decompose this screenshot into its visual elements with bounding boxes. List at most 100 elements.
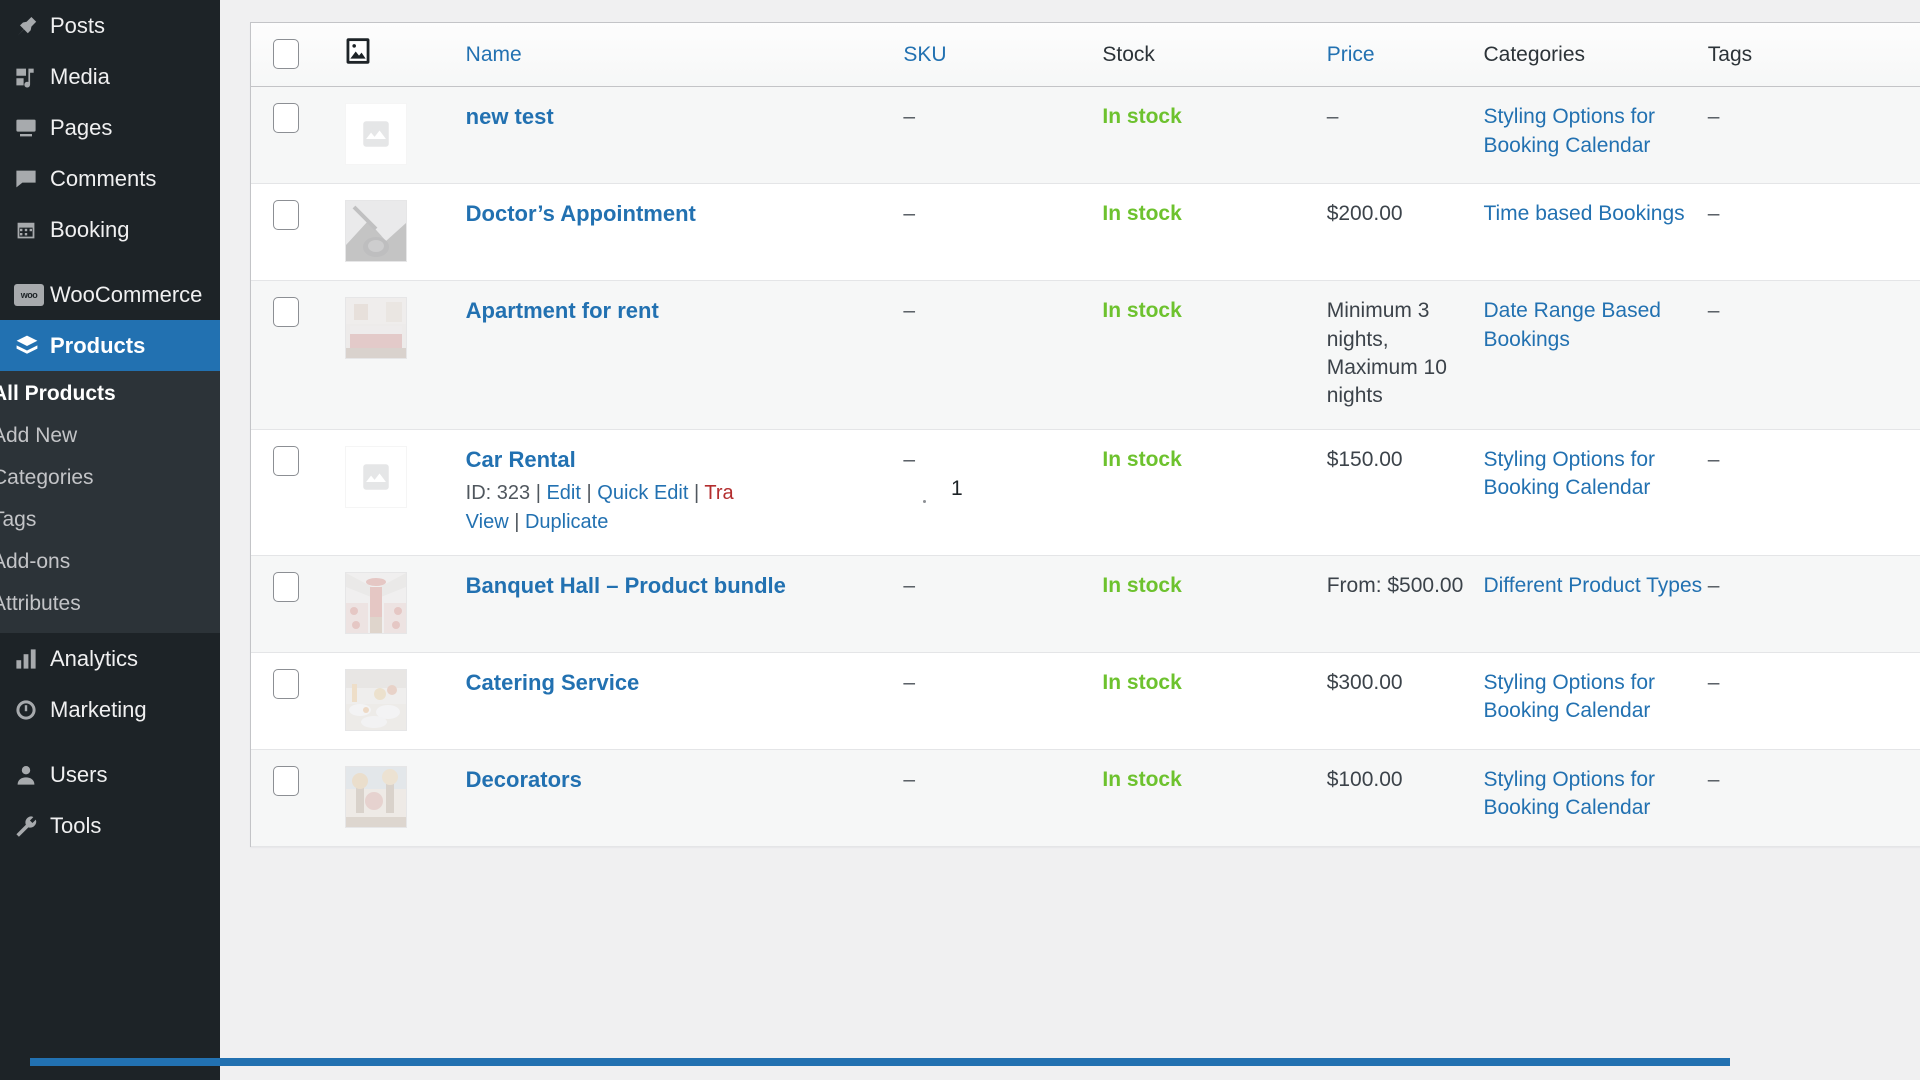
product-thumbnail (345, 766, 408, 829)
row-checkbox[interactable] (273, 297, 299, 328)
category-link[interactable]: Date Range Based Bookings (1483, 299, 1660, 350)
row-select-cell (251, 429, 346, 557)
row-categories-cell: Styling Options for Booking Calendar (1483, 652, 1708, 751)
submenu-item-label: All Products (0, 382, 116, 405)
sidebar-item-woocommerce[interactable]: woo WooCommerce (0, 269, 220, 320)
sidebar-item-users[interactable]: Users (0, 749, 220, 800)
row-tags-cell: – (1707, 555, 1920, 654)
sidebar-item-label: Analytics (50, 645, 139, 671)
products-table: Name SKU Stock Price Categories Tags new… (251, 23, 1920, 848)
select-all-checkbox[interactable] (273, 38, 299, 69)
row-stock-cell: In stock (1102, 429, 1327, 557)
stock-status: In stock (1102, 768, 1182, 792)
categories-column: Categories (1483, 23, 1708, 88)
sidebar-item-comments[interactable]: Comments (0, 153, 220, 204)
row-stock-cell: In stock (1102, 652, 1327, 751)
row-price-cell: $150.00 (1326, 429, 1484, 557)
row-action-duplicate[interactable]: Duplicate (525, 511, 608, 533)
chart-bar-icon (14, 647, 50, 671)
product-title-link[interactable]: Doctor’s Appointment (466, 200, 696, 228)
row-checkbox[interactable] (273, 445, 299, 476)
row-action-quick-edit[interactable]: Quick Edit (597, 482, 688, 504)
sidebar-item-marketing[interactable]: Marketing (0, 684, 220, 735)
row-name-cell: Banquet Hall – Product bundle (465, 555, 904, 654)
sidebar-item-booking[interactable]: Booking (0, 204, 220, 255)
row-thumbnail-cell (345, 280, 466, 430)
sidebar-item-analytics[interactable]: Analytics (0, 633, 220, 684)
sidebar-item-label: Users (50, 761, 108, 787)
media-icon (14, 65, 50, 89)
row-categories-cell: Styling Options for Booking Calendar (1483, 429, 1708, 557)
category-link[interactable]: Styling Options for Booking Calendar (1483, 105, 1655, 156)
sidebar-divider (0, 735, 220, 749)
row-action-id: ID: 323 (465, 482, 531, 505)
sort-by-name-link[interactable]: Name (466, 43, 522, 66)
category-link[interactable]: Styling Options for Booking Calendar (1483, 448, 1655, 499)
bottom-accent-bar (30, 1058, 1730, 1066)
row-sku-cell: – (903, 280, 1103, 430)
sidebar-item-label: Marketing (50, 696, 147, 722)
row-categories-cell: Styling Options for Booking Calendar (1483, 86, 1708, 185)
submenu-item-attributes[interactable]: Attributes (0, 583, 220, 625)
submenu-item-tags[interactable]: Tags (0, 499, 220, 541)
row-action-trash[interactable]: Tra (704, 482, 733, 504)
product-title-link[interactable]: Apartment for rent (466, 297, 659, 325)
table-header: Name SKU Stock Price Categories Tags (251, 23, 1920, 88)
sort-by-price-link[interactable]: Price (1327, 43, 1375, 66)
row-sku-cell: – (903, 86, 1103, 185)
row-checkbox[interactable] (273, 103, 299, 134)
submenu-item-add-new[interactable]: Add New (0, 415, 220, 457)
product-title-link[interactable]: new test (466, 103, 554, 131)
select-all-column (251, 23, 346, 88)
row-stock-cell: In stock (1102, 183, 1327, 282)
row-select-cell (251, 280, 346, 430)
sidebar-item-pages[interactable]: Pages (0, 102, 220, 153)
sidebar-divider (0, 255, 220, 269)
name-column: Name (465, 23, 904, 88)
row-thumbnail-cell (345, 86, 466, 185)
category-link[interactable]: Styling Options for Booking Calendar (1483, 768, 1655, 819)
row-checkbox[interactable] (273, 669, 299, 700)
row-action-view[interactable]: View (466, 511, 509, 533)
table-row: Doctor’s Appointment – In stock $200.00 … (251, 183, 1920, 282)
page-icon (14, 116, 50, 140)
row-tags-cell: – (1707, 652, 1920, 751)
products-list-panel: Name SKU Stock Price Categories Tags new… (250, 22, 1920, 848)
product-thumbnail-placeholder (345, 445, 408, 508)
sidebar-item-media[interactable]: Media (0, 51, 220, 102)
image-icon (345, 38, 371, 70)
row-action-edit[interactable]: Edit (546, 482, 580, 504)
product-title-link[interactable]: Banquet Hall – Product bundle (466, 572, 786, 600)
wrench-icon (14, 814, 50, 838)
sidebar-item-products[interactable]: Products (0, 320, 220, 371)
submenu-item-all-products[interactable]: All Products (0, 373, 220, 415)
table-row: Decorators – In stock $100.00 Styling Op… (251, 749, 1920, 848)
submenu-item-categories[interactable]: Categories (0, 457, 220, 499)
sort-by-sku-link[interactable]: SKU (903, 43, 946, 66)
category-link[interactable]: Time based Bookings (1483, 202, 1684, 225)
product-title-link[interactable]: Car Rental (466, 446, 576, 474)
product-title-link[interactable]: Catering Service (466, 669, 640, 697)
submenu-item-label: Tags (0, 508, 37, 531)
row-thumbnail-cell (345, 749, 466, 848)
row-name-cell: Doctor’s Appointment (465, 183, 904, 282)
row-tags-cell: – (1707, 86, 1920, 185)
row-checkbox[interactable] (273, 200, 299, 231)
sidebar-item-tools[interactable]: Tools (0, 800, 220, 851)
woo-icon: woo (14, 283, 50, 306)
row-name-cell: Apartment for rent (465, 280, 904, 430)
row-checkbox[interactable] (273, 766, 299, 797)
row-select-cell (251, 183, 346, 282)
sidebar-item-posts[interactable]: Posts (0, 0, 220, 51)
product-thumbnail-placeholder (345, 103, 408, 166)
category-link[interactable]: Styling Options for Booking Calendar (1483, 671, 1655, 722)
product-title-link[interactable]: Decorators (466, 766, 582, 794)
price-column: Price (1326, 23, 1484, 88)
row-checkbox[interactable] (273, 572, 299, 603)
category-link[interactable]: Different Product Types (1483, 574, 1702, 597)
stock-status: In stock (1102, 105, 1182, 129)
row-price-cell: – (1326, 86, 1484, 185)
submenu-item-add-ons[interactable]: Add-ons (0, 541, 220, 583)
row-tags-cell: – (1707, 280, 1920, 430)
row-sku-cell: – (903, 652, 1103, 751)
